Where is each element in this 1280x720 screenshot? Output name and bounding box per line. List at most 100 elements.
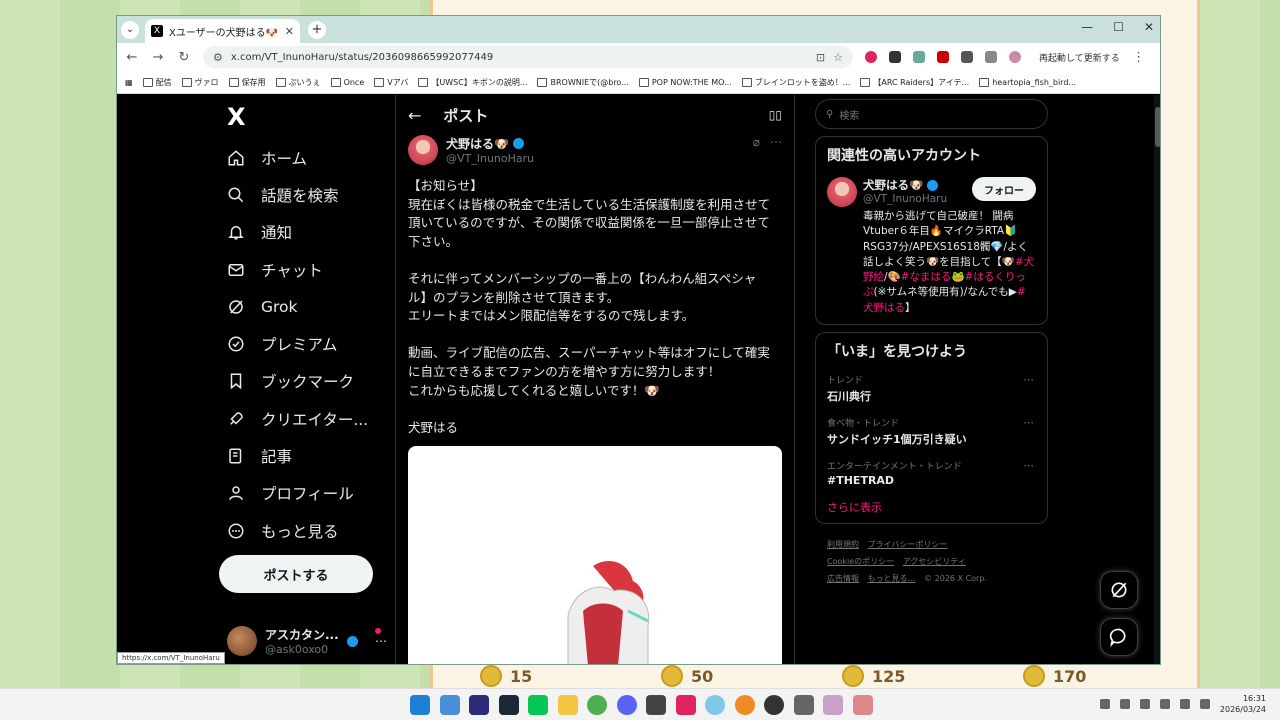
app-icon[interactable] xyxy=(823,695,843,715)
bookmark-item[interactable]: 【UWSC】キボンの説明... xyxy=(418,77,527,88)
discord-icon[interactable] xyxy=(616,695,637,715)
bookmark-item[interactable]: 【ARC Raiders】アイテ... xyxy=(860,77,969,88)
nav-item-notifications[interactable]: 通知 xyxy=(227,214,395,251)
browser-tab[interactable]: X Xユーザーの犬野はる🐶さん「お知... ✕ xyxy=(145,19,300,43)
tray-app-icon[interactable] xyxy=(1139,699,1150,709)
back-icon[interactable]: ← xyxy=(125,50,139,65)
start-icon[interactable] xyxy=(410,695,430,715)
tab-search-button[interactable]: ⌄ xyxy=(121,20,139,39)
extension-icon[interactable] xyxy=(865,51,877,63)
bookmark-item[interactable]: ぷいうぇ xyxy=(275,77,321,88)
post-media-image[interactable] xyxy=(408,446,782,664)
obs-icon[interactable] xyxy=(764,695,784,715)
apps-icon[interactable]: ▦ xyxy=(125,78,133,87)
nav-item-bookmarks[interactable]: ブックマーク xyxy=(227,363,395,400)
reload-icon[interactable]: ↻ xyxy=(177,50,191,65)
reader-mode-icon[interactable]: ▯▯ xyxy=(769,108,782,122)
follow-button[interactable]: フォロー xyxy=(972,177,1036,201)
bookmark-item[interactable]: heartopia_fish_bird... xyxy=(979,77,1076,87)
puzzle-icon[interactable] xyxy=(961,51,973,63)
extension-icon[interactable] xyxy=(889,51,901,63)
media-icon[interactable] xyxy=(985,51,997,63)
site-info-icon[interactable]: ⚙ xyxy=(213,51,223,64)
chrome-icon[interactable] xyxy=(587,695,607,715)
nav-item-grok[interactable]: Grok xyxy=(227,288,395,325)
minimize-icon[interactable]: — xyxy=(1081,20,1093,34)
show-more-link[interactable]: さらに表示 xyxy=(827,499,1036,515)
nav-item-explore[interactable]: 話題を検索 xyxy=(227,176,395,213)
clock[interactable]: 16:31 2026/03/24 xyxy=(1220,693,1266,715)
nav-item-premium[interactable]: プレミアム xyxy=(227,325,395,362)
extension-icon[interactable] xyxy=(937,51,949,63)
chevron-up-icon[interactable] xyxy=(1099,699,1110,709)
recommended-account[interactable]: 犬野はる🐶 @VT_InunoHaru フォロー xyxy=(827,177,1036,207)
back-arrow-icon[interactable]: ← xyxy=(408,106,421,125)
bookmark-item[interactable]: Once xyxy=(330,77,364,87)
maximize-icon[interactable]: ☐ xyxy=(1113,20,1124,34)
menu-icon[interactable]: ⋮ xyxy=(1132,50,1146,65)
steam-icon[interactable] xyxy=(498,695,519,715)
tray-app-icon[interactable] xyxy=(1119,699,1130,709)
scroll-thumb[interactable] xyxy=(1155,107,1160,147)
trend-item[interactable]: トレンド 石川典行 ⋯ xyxy=(827,373,1036,404)
app-icon[interactable] xyxy=(852,695,873,715)
x-logo[interactable]: X xyxy=(227,103,395,131)
app-icon[interactable] xyxy=(705,695,725,715)
account-switcher[interactable]: アスカタン... @ask0oxo0 ⋯ xyxy=(227,626,387,656)
footer-link[interactable]: 利用規約 xyxy=(827,540,859,549)
folder-icon[interactable] xyxy=(557,695,578,715)
app-icon[interactable] xyxy=(734,695,755,715)
close-window-icon[interactable]: ✕ xyxy=(1144,20,1154,34)
footer-link[interactable]: Cookieのポリシー xyxy=(827,557,894,566)
url-field[interactable]: ⚙ x.com/VT_InunoHaru/status/203609866599… xyxy=(203,46,853,68)
nav-item-articles[interactable]: 記事 xyxy=(227,437,395,474)
author-handle[interactable]: @VT_InunoHaru xyxy=(446,152,534,165)
messages-float-button[interactable] xyxy=(1100,618,1138,656)
avatar[interactable] xyxy=(408,135,438,165)
microphone-icon[interactable] xyxy=(1159,699,1170,709)
bookmark-item[interactable]: ヴァロ xyxy=(181,77,219,88)
author-name[interactable]: 犬野はる🐶 xyxy=(446,135,534,152)
search-input[interactable]: ⚲ 検索 xyxy=(815,99,1048,129)
app-icon[interactable] xyxy=(675,695,696,715)
more-icon[interactable]: ⋯ xyxy=(770,135,782,149)
install-app-icon[interactable]: ⊡ xyxy=(816,51,825,64)
network-icon[interactable] xyxy=(1179,699,1190,709)
footer-link[interactable]: プライバシーポリシー xyxy=(868,540,948,549)
footer-link[interactable]: 広告情報 xyxy=(827,574,859,583)
more-icon[interactable]: ⋯ xyxy=(1023,459,1034,472)
extension-icon[interactable] xyxy=(913,51,925,63)
bookmark-item[interactable]: POP NOW:THE MO... xyxy=(638,77,732,87)
page-scrollbar[interactable] xyxy=(1154,95,1160,664)
nav-item-chat[interactable]: チャット xyxy=(227,251,395,288)
new-tab-button[interactable]: + xyxy=(308,20,326,39)
more-icon[interactable]: ⋯ xyxy=(1023,373,1034,386)
nav-item-home[interactable]: ホーム xyxy=(227,139,395,176)
restart-update-button[interactable]: 再起動して更新する xyxy=(1039,51,1120,64)
nav-item-creator[interactable]: クリエイター... xyxy=(227,400,395,437)
app-icon[interactable] xyxy=(646,695,666,715)
bookmark-item[interactable]: Vアバ xyxy=(374,77,408,88)
more-icon[interactable]: ⋯ xyxy=(1023,416,1034,429)
avatar[interactable] xyxy=(827,177,857,207)
line-icon[interactable] xyxy=(528,695,548,715)
app-icon[interactable] xyxy=(439,695,460,715)
trend-item[interactable]: 食べ物・トレンド サンドイッチ1個万引き疑い ⋯ xyxy=(827,416,1036,447)
footer-link[interactable]: アクセシビリティ xyxy=(903,557,966,566)
app-icon[interactable] xyxy=(793,695,814,715)
star-icon[interactable]: ☆ xyxy=(833,51,843,64)
bookmark-item[interactable]: 配信 xyxy=(142,77,172,88)
profile-avatar-icon[interactable] xyxy=(1009,51,1021,63)
trend-item[interactable]: エンターテインメント・トレンド #THETRAD ⋯ xyxy=(827,459,1036,487)
bookmark-item[interactable]: 保存用 xyxy=(228,77,266,88)
nav-item-profile[interactable]: プロフィール xyxy=(227,475,395,512)
grok-float-button[interactable] xyxy=(1100,571,1138,609)
more-icon[interactable]: ⋯ xyxy=(375,634,387,648)
close-tab-icon[interactable]: ✕ xyxy=(285,25,294,38)
grok-icon[interactable]: ⌀ xyxy=(753,135,760,149)
bookmark-item[interactable]: ブレインロットを盗め！... xyxy=(741,77,850,88)
bookmark-item[interactable]: BROWNIEで(@bro... xyxy=(537,77,629,88)
app-icon[interactable] xyxy=(469,695,489,715)
volume-icon[interactable] xyxy=(1199,699,1210,709)
post-button[interactable]: ポストする xyxy=(219,555,373,594)
